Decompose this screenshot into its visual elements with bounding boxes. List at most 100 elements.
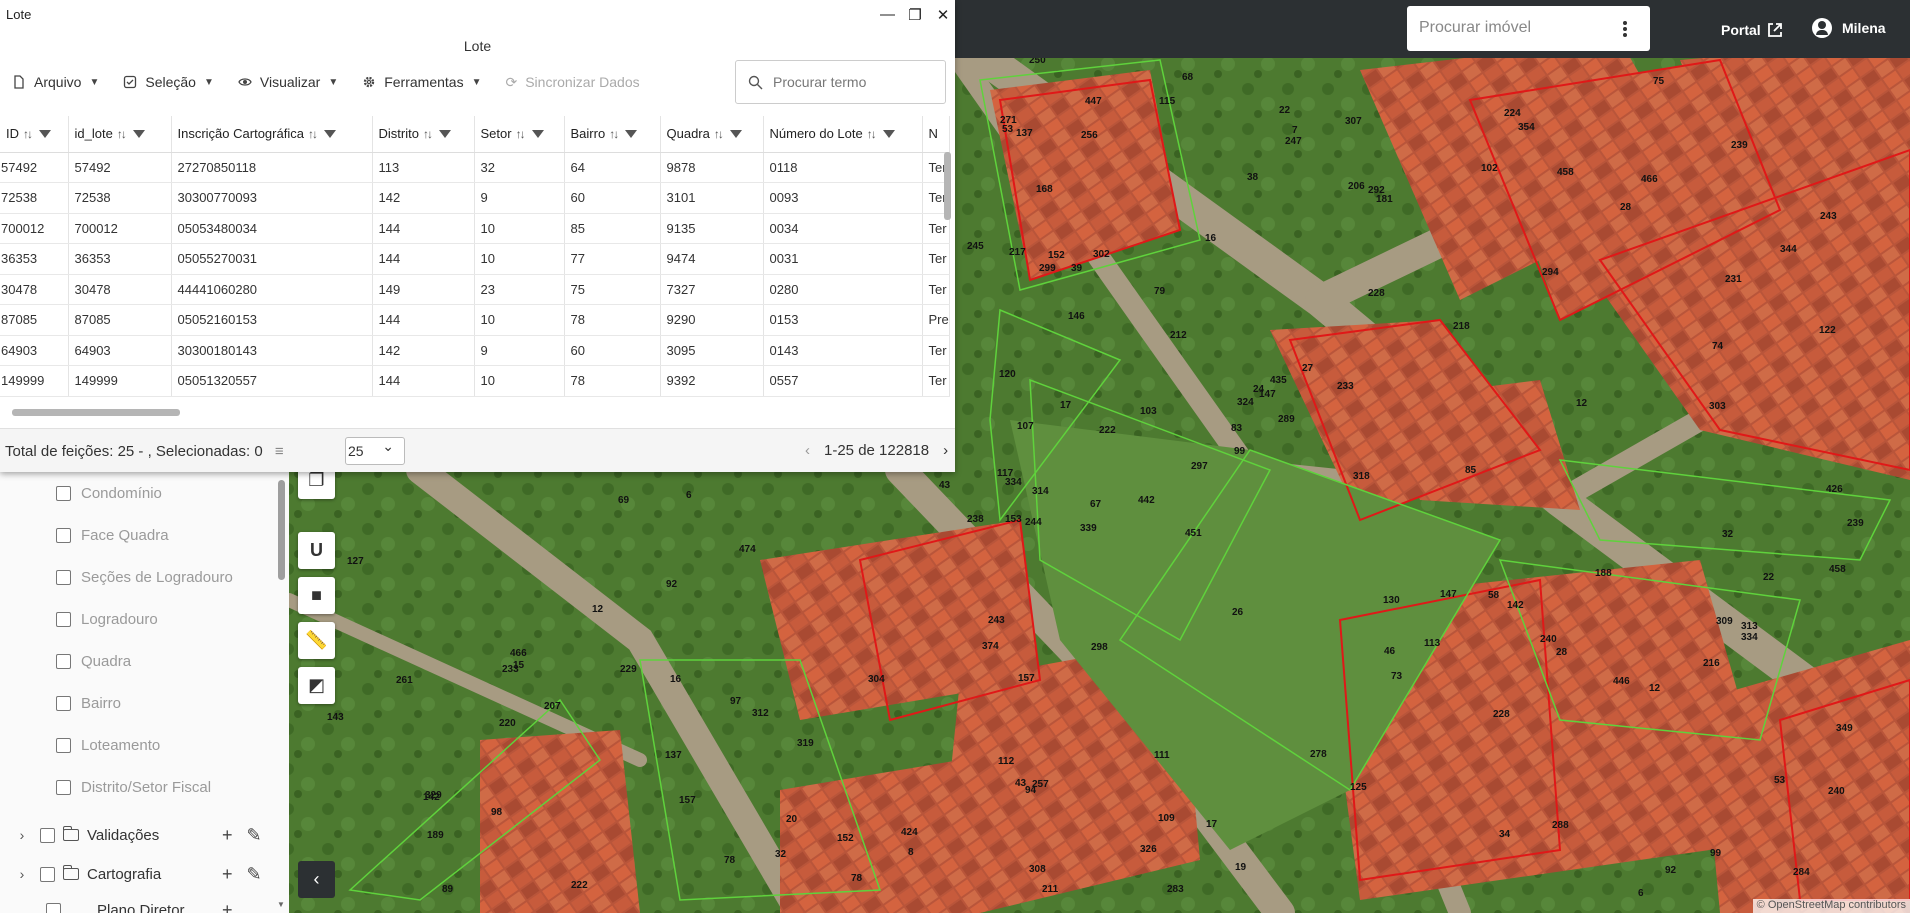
column-header[interactable]: Quadra ↑↓ <box>660 116 764 153</box>
column-header[interactable]: Distrito ↑↓ <box>372 116 475 153</box>
group-checkbox[interactable] <box>40 866 55 882</box>
sort-icon[interactable]: ↑↓ <box>423 127 433 141</box>
layer-checkbox[interactable] <box>56 779 71 795</box>
menu-selecao[interactable]: Seleção ▼ <box>123 74 214 90</box>
lot-label: 46 <box>1384 646 1396 657</box>
sort-list-icon[interactable]: ≡ <box>275 443 284 460</box>
layer-checkbox[interactable] <box>56 737 71 753</box>
layer-checkbox[interactable] <box>56 485 71 501</box>
page-size-select[interactable]: 25 <box>345 437 405 465</box>
lot-label: 339 <box>1080 523 1097 534</box>
layer-checkbox[interactable] <box>56 653 71 669</box>
layer-checkbox[interactable] <box>56 695 71 711</box>
table-vertical-scrollbar[interactable] <box>944 152 951 220</box>
lot-label: 288 <box>1552 820 1569 831</box>
menu-arquivo[interactable]: Arquivo ▼ <box>12 74 99 90</box>
table-row[interactable]: 87085 87085 05052160153 144 10 78 9290 0153 Pre <box>0 304 950 336</box>
lot-label: 20 <box>786 814 798 825</box>
lot-label: 247 <box>1285 136 1302 147</box>
sort-icon[interactable]: ↑↓ <box>867 127 877 141</box>
filter-icon[interactable] <box>729 129 742 138</box>
table-horizontal-scrollbar[interactable] <box>12 409 180 416</box>
column-header[interactable]: Setor ↑↓ <box>474 116 565 153</box>
filter-icon[interactable] <box>625 129 638 138</box>
table-row[interactable]: 149999 149999 05051320557 144 10 78 9392 0557 Te… <box>0 365 950 397</box>
sort-icon[interactable]: ↑↓ <box>23 127 33 141</box>
layer-item-loteamento[interactable]: Loteamento <box>56 735 160 755</box>
table-cell: 9135 <box>660 213 764 244</box>
sort-icon[interactable]: ↑↓ <box>117 127 127 141</box>
add-icon[interactable]: + <box>222 900 233 913</box>
layer-group-plano-diretor[interactable]: Plano Diretor <box>40 899 185 913</box>
column-header[interactable]: id_lote ↑↓ <box>68 116 172 153</box>
user-menu[interactable]: Milena <box>1812 18 1886 38</box>
layer-item-condominio[interactable]: Condomínio <box>56 483 162 503</box>
restore-icon[interactable]: ❐ <box>908 6 922 24</box>
add-icon[interactable]: + <box>222 825 233 846</box>
edit-icon[interactable]: ✎ <box>247 825 262 846</box>
chevron-right-icon[interactable]: › <box>10 866 34 882</box>
column-header[interactable]: Número do Lote ↑↓ <box>763 116 923 153</box>
filter-icon[interactable] <box>323 129 336 138</box>
property-search[interactable] <box>1407 6 1650 51</box>
table-row[interactable]: 700012 700012 05053480034 144 10 85 9135 0034 Te… <box>0 213 950 244</box>
layer-checkbox[interactable] <box>56 527 71 543</box>
toolbox-button[interactable]: ■ <box>298 577 335 614</box>
filter-icon[interactable] <box>132 129 145 138</box>
panel-scrollbar[interactable] <box>278 480 285 580</box>
sort-icon[interactable]: ↑↓ <box>308 127 318 141</box>
edit-icon[interactable]: ✎ <box>247 864 262 885</box>
filter-icon[interactable] <box>882 129 895 138</box>
more-vertical-icon[interactable] <box>1622 20 1628 38</box>
add-icon[interactable]: + <box>222 864 233 885</box>
sort-icon[interactable]: ↑↓ <box>609 127 619 141</box>
layer-group-cartografia[interactable]: › Cartografia <box>10 863 161 885</box>
layer-item-distrito-setor[interactable]: Distrito/Setor Fiscal <box>56 777 211 797</box>
layer-item-secoes-logradouro[interactable]: Seções de Logradouro <box>56 567 233 587</box>
minimize-icon[interactable]: — <box>880 6 895 24</box>
previous-page-icon[interactable]: ‹ <box>805 442 810 459</box>
table-row[interactable]: 72538 72538 30300770093 142 9 60 3101 0093 Ter <box>0 182 950 214</box>
group-checkbox[interactable] <box>40 827 55 843</box>
layer-item-logradouro[interactable]: Logradouro <box>56 609 158 629</box>
chevron-right-icon[interactable]: › <box>10 827 34 843</box>
scroll-down-icon[interactable]: ▼ <box>277 900 285 909</box>
close-icon[interactable]: ✕ <box>936 6 950 24</box>
layer-checkbox[interactable] <box>56 611 71 627</box>
group-checkbox[interactable] <box>46 902 61 913</box>
table-row[interactable]: 30478 30478 44441060280 149 23 75 7327 0280 Ter <box>0 274 950 305</box>
group-label: Plano Diretor <box>97 901 185 913</box>
snap-tool-button[interactable]: U <box>298 532 335 569</box>
layer-checkbox[interactable] <box>56 569 71 585</box>
menu-ferramentas[interactable]: Ferramentas ▼ <box>362 74 481 90</box>
layer-item-face-quadra[interactable]: Face Quadra <box>56 525 169 545</box>
column-header[interactable]: Inscrição Cartográfica ↑↓ <box>171 116 373 153</box>
column-header[interactable]: ID ↑↓ <box>0 116 69 153</box>
sort-icon[interactable]: ↑↓ <box>516 127 526 141</box>
sort-icon[interactable]: ↑↓ <box>714 127 724 141</box>
term-search-input[interactable] <box>773 72 938 92</box>
filter-icon[interactable] <box>39 129 51 138</box>
column-header[interactable]: N <box>922 116 950 153</box>
filter-icon[interactable] <box>531 129 544 138</box>
table-row[interactable]: 64903 64903 30300180143 142 9 60 3095 0143 Ter <box>0 335 950 366</box>
lot-label: 168 <box>1036 184 1053 195</box>
table-row[interactable]: 57492 57492 27270850118 113 32 64 9878 0118 Ter <box>0 152 950 183</box>
filter-icon[interactable] <box>438 129 451 138</box>
layer-item-bairro[interactable]: Bairro <box>56 693 121 713</box>
basemap-button[interactable]: ◩ <box>298 667 335 704</box>
portal-link[interactable]: Portal <box>1721 22 1783 38</box>
lot-label: 27 <box>1302 363 1314 374</box>
term-search[interactable] <box>735 60 946 104</box>
sync-data-button[interactable]: ⟳ Sincronizar Dados <box>505 74 639 91</box>
column-header[interactable]: Bairro ↑↓ <box>564 116 661 153</box>
menu-visualizar[interactable]: Visualizar ▼ <box>238 74 338 90</box>
measure-tool-button[interactable]: 📏 <box>298 622 335 659</box>
next-page-icon[interactable]: › <box>943 442 948 459</box>
layer-item-quadra[interactable]: Quadra <box>56 651 131 671</box>
collapse-panel-button[interactable]: ‹ <box>298 861 335 898</box>
map-attribution[interactable]: © OpenStreetMap contributors <box>1752 899 1910 913</box>
table-row[interactable]: 36353 36353 05055270031 144 10 77 9474 0031 Ter <box>0 243 950 275</box>
property-search-input[interactable] <box>1419 15 1609 41</box>
layer-group-validacoes[interactable]: › Validações <box>10 824 159 846</box>
